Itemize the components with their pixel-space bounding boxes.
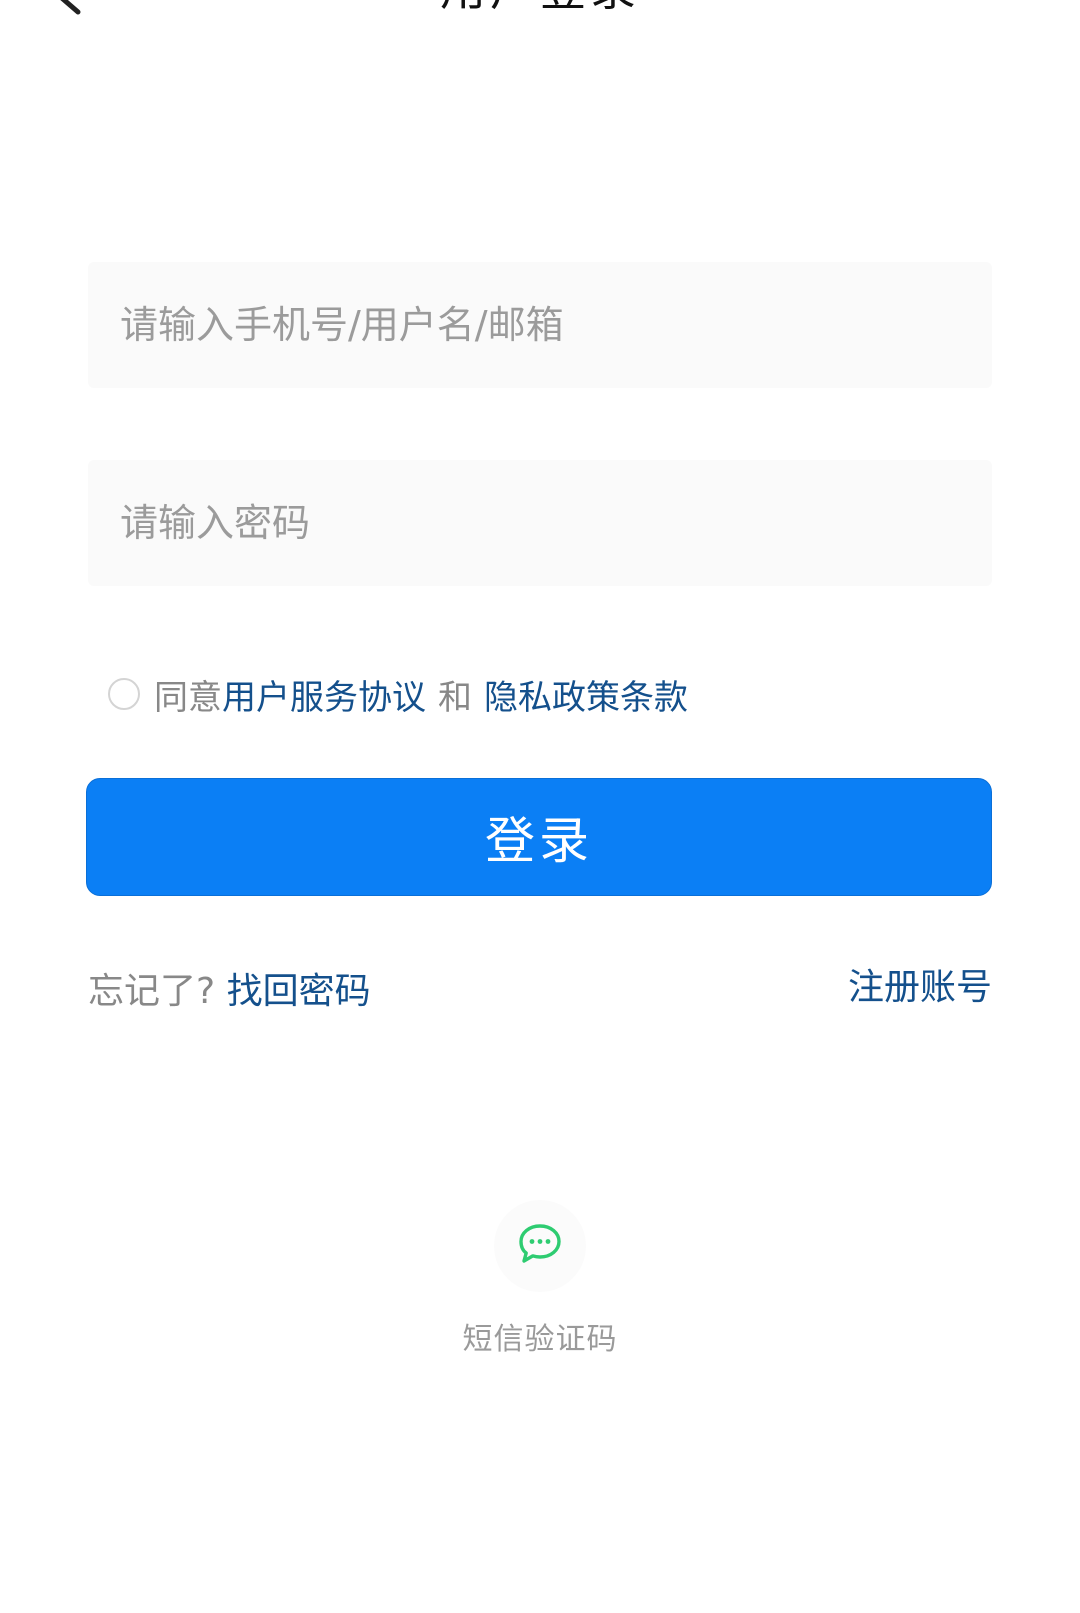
sms-login-option[interactable]: 短信验证码	[0, 1200, 1080, 1358]
agreement-prefix: 同意	[154, 677, 222, 718]
page-title: 用户登录	[0, 0, 1080, 12]
privacy-link[interactable]: 隐私政策条款	[484, 670, 688, 719]
forgot-row: 忘记了? 找回密码	[88, 962, 371, 1014]
register-link[interactable]: 注册账号	[848, 958, 992, 1010]
password-field[interactable]	[88, 460, 992, 586]
top-bar: 用户登录	[0, 0, 1080, 20]
sms-icon-circle[interactable]	[494, 1200, 586, 1292]
agreement-radio[interactable]	[108, 678, 140, 710]
password-input[interactable]	[118, 500, 992, 546]
recover-password-link[interactable]: 找回密码	[227, 971, 371, 1012]
forgot-prefix: 忘记了?	[88, 971, 216, 1012]
terms-link[interactable]: 用户服务协议	[222, 670, 426, 719]
sms-login-label[interactable]: 短信验证码	[463, 1314, 618, 1358]
agreement-connector: 和	[438, 677, 472, 718]
login-page: 用户登录 同意 用户服务协议 和 隐私政策条款 登录 忘记了? 找回密码 注册账…	[0, 0, 1080, 1613]
login-button[interactable]: 登录	[86, 778, 992, 896]
account-field[interactable]	[88, 262, 992, 388]
agreement-row: 同意 用户服务协议 和 隐私政策条款	[108, 668, 688, 720]
chat-bubble-icon	[517, 1223, 563, 1269]
account-input[interactable]	[118, 302, 992, 348]
